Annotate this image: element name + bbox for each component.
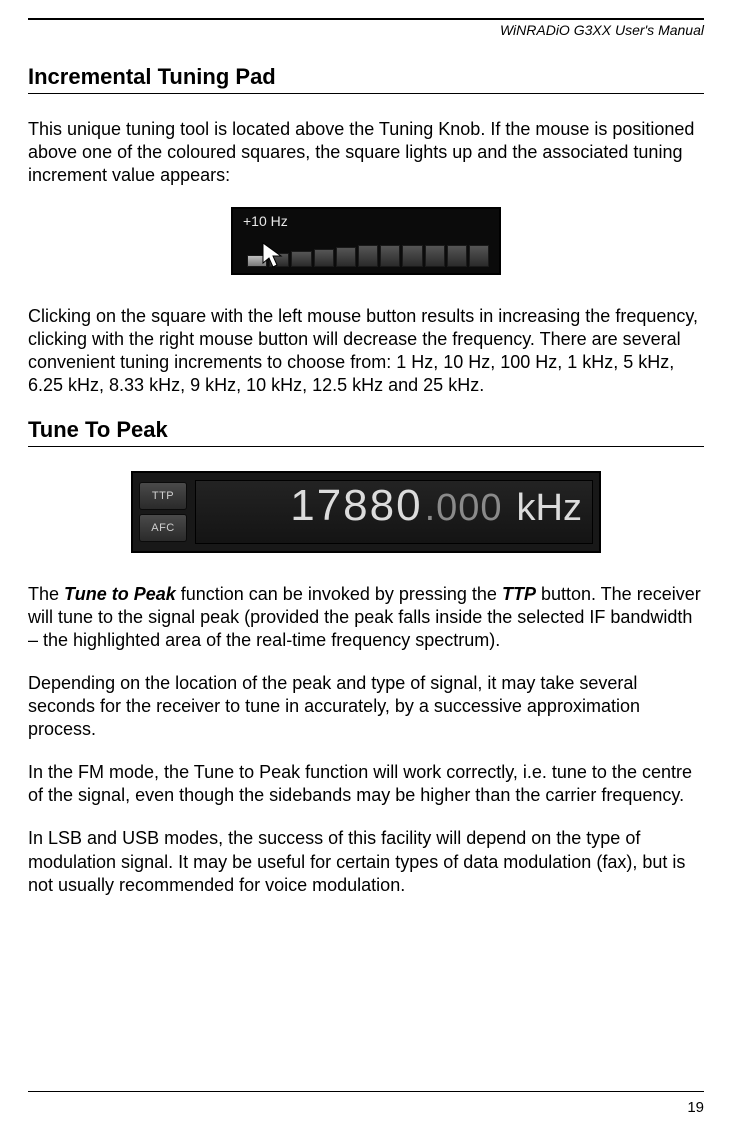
text-run: function can be invoked by pressing the [176, 584, 502, 604]
tuning-bar [402, 245, 422, 267]
ttp-button[interactable]: TTP [139, 482, 187, 510]
frequency-frac: .000 [425, 487, 503, 530]
body-paragraph: Depending on the location of the peak an… [28, 672, 704, 741]
tuning-bar [291, 251, 311, 267]
afc-button[interactable]: AFC [139, 514, 187, 542]
page-number: 19 [687, 1099, 704, 1116]
frequency-main: 17880 [290, 481, 422, 531]
tuning-bar [469, 245, 489, 267]
tuning-bar [336, 247, 356, 267]
tuning-increment-label: +10 Hz [243, 213, 288, 229]
body-paragraph: In the FM mode, the Tune to Peak functio… [28, 761, 704, 807]
footer-rule [28, 1091, 704, 1092]
tuning-bar [425, 245, 445, 267]
body-paragraph: The Tune to Peak function can be invoked… [28, 583, 704, 652]
tuning-bar [447, 245, 467, 267]
body-paragraph: This unique tuning tool is located above… [28, 118, 704, 187]
emphasis-tune-to-peak: Tune to Peak [64, 584, 176, 604]
section-heading-tuning-pad: Incremental Tuning Pad [28, 64, 704, 94]
body-paragraph: In LSB and USB modes, the success of thi… [28, 827, 704, 896]
running-header: WiNRADiO G3XX User's Manual [28, 20, 704, 46]
tuning-bar [314, 249, 334, 267]
tuning-bar [358, 245, 378, 267]
body-paragraph: Clicking on the square with the left mou… [28, 305, 704, 397]
tuning-pad-figure: +10 Hz [231, 207, 501, 275]
frequency-readout: 17880.000 kHz [195, 480, 593, 544]
tuning-bar [380, 245, 400, 267]
text-run: The [28, 584, 64, 604]
emphasis-ttp: TTP [502, 584, 536, 604]
cursor-icon [261, 241, 285, 271]
section-heading-tune-to-peak: Tune To Peak [28, 417, 704, 447]
frequency-display-figure: TTP AFC 17880.000 kHz [131, 471, 601, 553]
frequency-unit: kHz [517, 487, 582, 530]
